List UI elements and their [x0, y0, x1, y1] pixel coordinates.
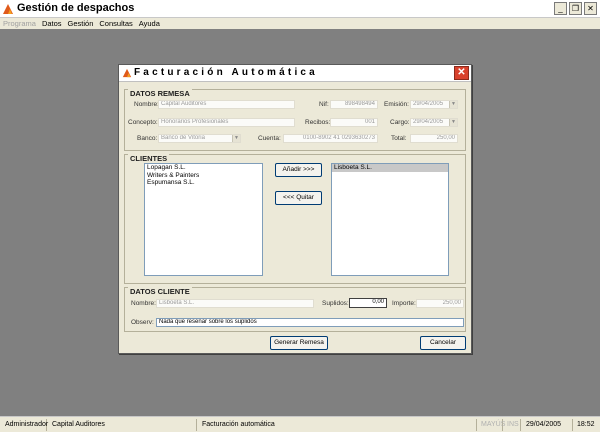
menu-consultas[interactable]: Consultas [96, 18, 135, 29]
observ-field[interactable]: Nada que reseñar sobre los suplidos [156, 318, 464, 327]
list-item[interactable]: Writers & Painters [145, 172, 262, 180]
window-controls: _ ❐ ✕ [554, 2, 597, 15]
status-date: 29/04/2005 [523, 419, 573, 431]
status-ins: INS [504, 419, 521, 431]
emision-label: Emisión: [384, 101, 409, 108]
banco-value: Banco de Vitoria [161, 135, 205, 141]
status-caps: MAYÚS [478, 419, 505, 431]
cuenta-field[interactable]: 0100-8902 41 0293630273 [283, 134, 378, 143]
restore-button[interactable]: ❐ [569, 2, 582, 15]
cancel-button[interactable]: Cancelar [420, 336, 466, 350]
clientes-section-title: CLIENTES [128, 154, 170, 163]
status-time: 18:52 [577, 421, 595, 428]
banco-dropdown-icon[interactable]: ▼ [232, 135, 240, 142]
cliente-nombre-field[interactable]: Lisboeta S.L. [156, 299, 314, 308]
cargo-label: Cargo: [390, 119, 410, 126]
cargo-dropdown-icon[interactable]: ▼ [449, 119, 457, 126]
dialog-title-bar: Facturación Automática ✕ [119, 65, 471, 82]
menu-gestion[interactable]: Gestión [65, 18, 97, 29]
status-user: Administrador [2, 419, 48, 431]
add-client-button[interactable]: Añadir >>> [275, 163, 322, 177]
facturacion-dialog: Facturación Automática ✕ DATOS REMESA No… [118, 64, 472, 354]
menu-programa[interactable]: Programa [0, 18, 39, 29]
importe-field[interactable]: 250,00 [416, 299, 464, 308]
banco-label: Banco: [137, 135, 158, 142]
cliente-section-title: DATOS CLIENTE [128, 287, 192, 296]
emision-field[interactable]: 29/04/2005 ▼ [410, 100, 458, 109]
minimize-button[interactable]: _ [554, 2, 567, 15]
selected-clients-list[interactable]: Lisboeta S.L. [331, 163, 449, 276]
concepto-field[interactable]: Honorarios Profesionales [158, 118, 295, 127]
available-clients-list[interactable]: Lopagan S.L. Writers & Painters Espumans… [144, 163, 263, 276]
app-title: Gestión de despachos [17, 2, 135, 14]
recibos-label: Recibos: [305, 119, 331, 126]
close-app-button[interactable]: ✕ [584, 2, 597, 15]
recibos-field[interactable]: 001 [330, 118, 378, 127]
menu-datos[interactable]: Datos [39, 18, 65, 29]
observ-label: Observ: [131, 319, 154, 326]
menu-bar: Programa Datos Gestión Consultas Ayuda [0, 18, 600, 29]
concepto-label: Concepto: [128, 119, 158, 126]
total-label: Total: [391, 135, 407, 142]
banco-combo[interactable]: Banco de Vitoria ▼ [158, 134, 241, 143]
status-bar: Administrador Capital Auditores Facturac… [0, 416, 600, 432]
cliente-nombre-label: Nombre: [131, 300, 156, 307]
menu-ayuda[interactable]: Ayuda [136, 18, 163, 29]
suplidos-field[interactable]: 0,00 [349, 298, 387, 308]
status-module: Facturación automática [199, 419, 477, 431]
emision-dropdown-icon[interactable]: ▼ [449, 101, 457, 108]
emision-value: 29/04/2005 [413, 101, 444, 107]
remove-client-button[interactable]: <<< Quitar [275, 191, 322, 205]
status-company: Capital Auditores [49, 419, 197, 431]
app-title-bar: Gestión de despachos _ ❐ ✕ [0, 0, 600, 18]
cargo-field[interactable]: 29/04/2005 ▼ [410, 118, 458, 127]
suplidos-label: Suplidos: [322, 300, 349, 307]
total-field[interactable]: 250,00 [410, 134, 458, 143]
nif-label: Nif: [319, 101, 329, 108]
dialog-close-button[interactable]: ✕ [454, 66, 469, 80]
remesa-nombre-label: Nombre: [134, 101, 159, 108]
generate-remesa-button[interactable]: Generar Remesa [270, 336, 328, 350]
dialog-logo-icon [122, 68, 132, 78]
cuenta-label: Cuenta: [258, 135, 281, 142]
app-logo-icon [3, 4, 13, 14]
nif-field[interactable]: 898498494 [330, 100, 378, 109]
list-item[interactable]: Lisboeta S.L. [332, 164, 448, 172]
dialog-title: Facturación Automática [134, 67, 318, 78]
remesa-section-title: DATOS REMESA [128, 89, 192, 98]
list-item[interactable]: Espumansa S.L. [145, 179, 262, 187]
remesa-nombre-field[interactable]: Capital Auditores [158, 100, 295, 109]
importe-label: Importe: [392, 300, 416, 307]
cargo-value: 29/04/2005 [413, 119, 444, 125]
list-item[interactable]: Lopagan S.L. [145, 164, 262, 172]
